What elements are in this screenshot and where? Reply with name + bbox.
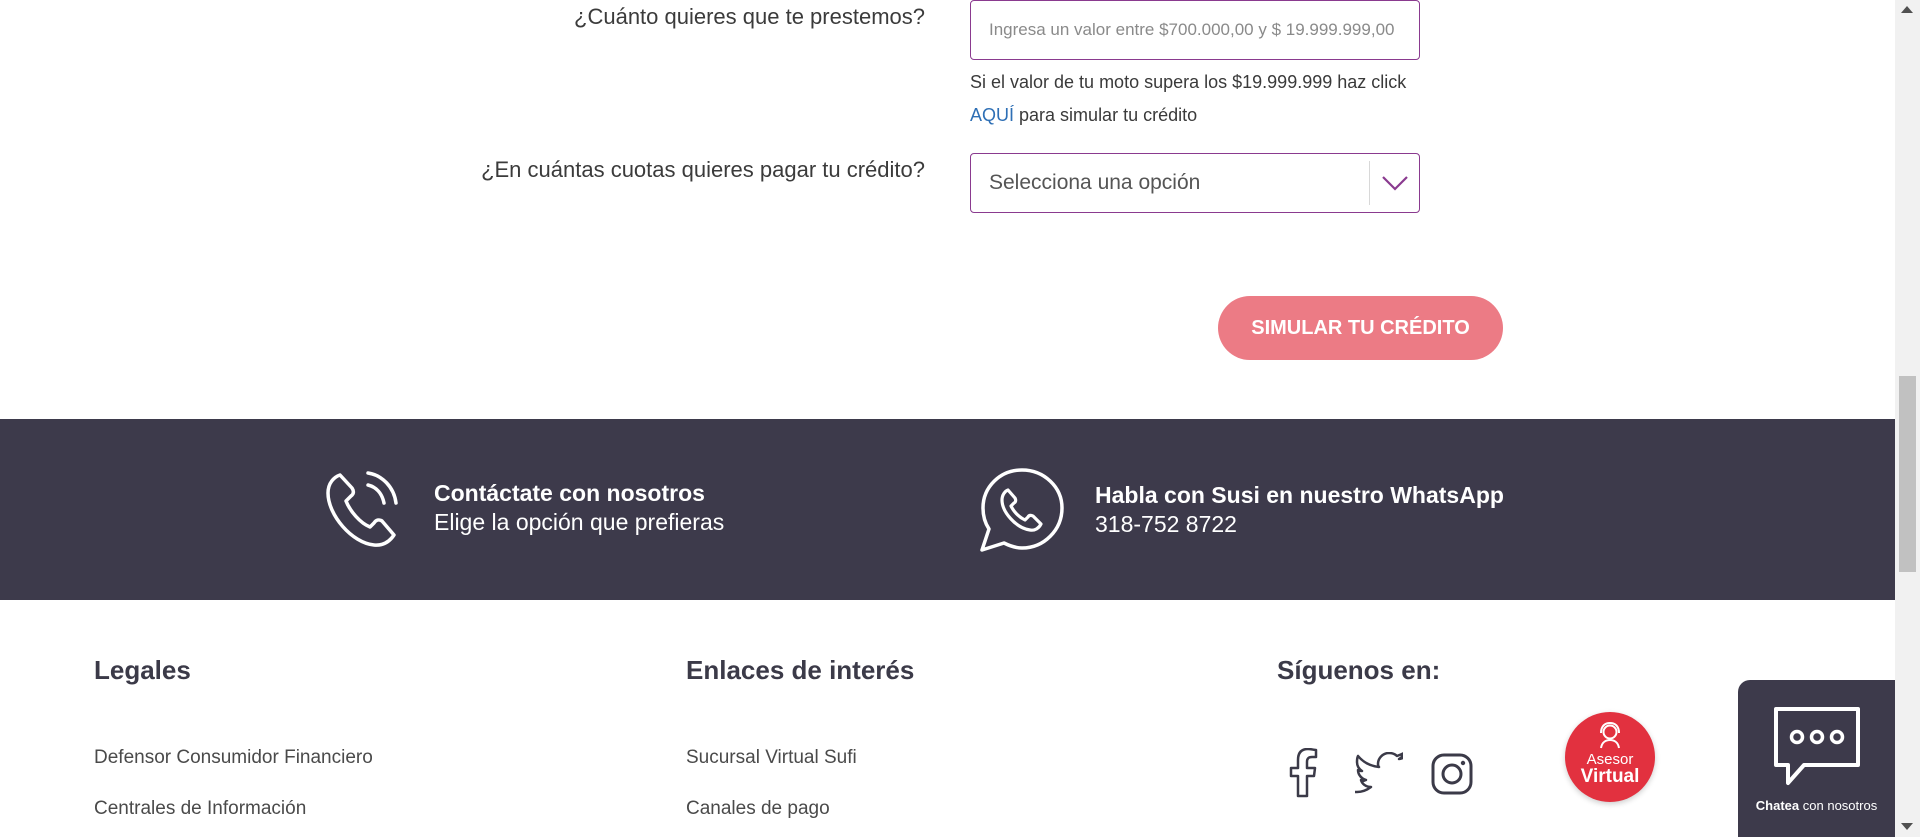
instagram-icon[interactable] — [1430, 752, 1474, 801]
contact-whatsapp[interactable]: Habla con Susi en nuestro WhatsApp 318-7… — [976, 464, 1504, 556]
chat-bubble-icon — [1770, 705, 1864, 792]
help-text-prefix: Si el valor de tu moto supera los $19.99… — [970, 72, 1407, 92]
contact-whatsapp-number: 318-752 8722 — [1095, 511, 1237, 537]
contact-band: Contáctate con nosotros Elige la opción … — [0, 419, 1895, 600]
installments-selected-value: Selecciona una opción — [989, 171, 1201, 194]
installments-select[interactable]: Selecciona una opción — [970, 153, 1420, 213]
asesor-virtual-button[interactable]: Asesor Virtual — [1565, 712, 1655, 802]
installments-question-label: ¿En cuántas cuotas quieres pagar tu créd… — [481, 157, 925, 182]
asesor-label-line1: Asesor — [1586, 751, 1634, 768]
scroll-thumb[interactable] — [1899, 376, 1916, 572]
contact-whatsapp-title: Habla con Susi en nuestro WhatsApp — [1095, 482, 1504, 508]
twitter-icon[interactable] — [1355, 751, 1406, 799]
footer-siguenos: Síguenos en: — [1277, 655, 1440, 686]
footer-siguenos-heading: Síguenos en: — [1277, 655, 1441, 685]
footer-enlaces-heading: Enlaces de interés — [686, 655, 915, 685]
footer-link-defensor[interactable]: Defensor Consumidor Financiero — [94, 747, 373, 769]
chat-caption: Chatea con nosotros — [1738, 798, 1895, 813]
help-text: Si el valor de tu moto supera los $19.99… — [970, 66, 1440, 132]
chat-caption-rest: con nosotros — [1802, 798, 1878, 813]
page: ¿Cuánto quieres que te prestemos? Si el … — [0, 0, 1895, 837]
scroll-up-arrow[interactable] — [1901, 6, 1913, 13]
footer-link-sucursal[interactable]: Sucursal Virtual Sufi — [686, 747, 857, 769]
scroll-down-arrow[interactable] — [1901, 823, 1913, 830]
footer-link-canales[interactable]: Canales de pago — [686, 798, 830, 820]
contact-phone[interactable]: Contáctate con nosotros Elige la opción … — [322, 465, 724, 551]
contact-phone-subtitle: Elige la opción que prefieras — [434, 509, 725, 535]
asesor-label-line2: Virtual — [1580, 766, 1640, 787]
phone-icon — [322, 465, 404, 551]
amount-question-label: ¿Cuánto quieres que te prestemos? — [574, 4, 925, 29]
chevron-down-icon — [1369, 161, 1419, 205]
whatsapp-icon — [976, 464, 1068, 556]
help-text-suffix: para simular tu crédito — [1019, 105, 1198, 125]
footer-enlaces: Enlaces de interés Sucursal Virtual Sufi… — [686, 655, 915, 819]
chat-widget[interactable]: Chatea con nosotros — [1738, 680, 1895, 837]
chat-caption-bold: Chatea — [1755, 798, 1800, 813]
facebook-icon[interactable] — [1285, 747, 1321, 803]
simulate-here-link[interactable]: AQUÍ — [970, 105, 1014, 125]
footer-legales: Legales Defensor Consumidor Financiero C… — [94, 655, 373, 819]
footer-legales-heading: Legales — [94, 655, 191, 685]
amount-input[interactable] — [970, 0, 1420, 60]
simulate-credit-button[interactable]: SIMULAR TU CRÉDITO — [1218, 296, 1503, 360]
vertical-scrollbar[interactable] — [1895, 0, 1920, 837]
contact-phone-title: Contáctate con nosotros — [434, 480, 705, 506]
footer-link-centrales[interactable]: Centrales de Información — [94, 798, 306, 820]
